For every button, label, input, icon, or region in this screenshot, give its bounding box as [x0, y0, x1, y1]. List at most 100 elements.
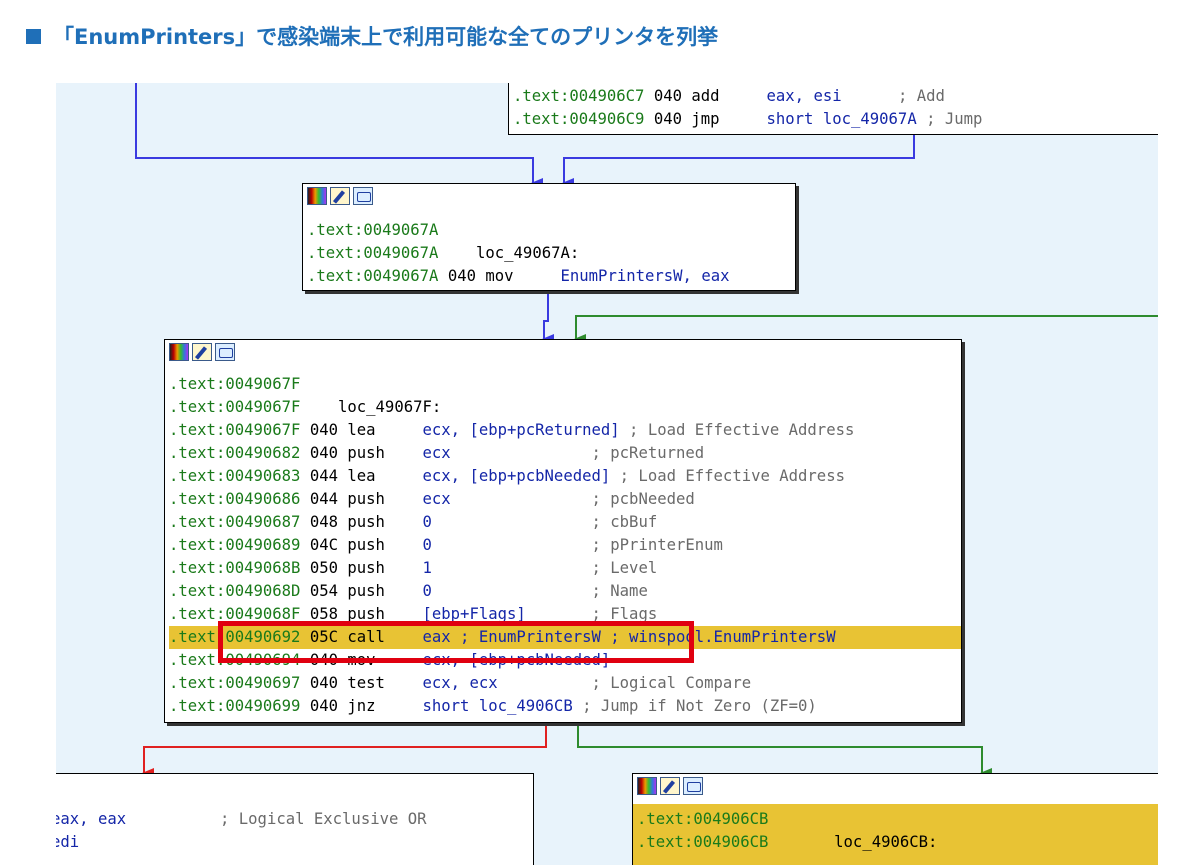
block-toolbar: [169, 343, 235, 361]
block-loc-49067F[interactable]: .text:0049067F .text:0049067F loc_49067F…: [164, 339, 962, 723]
line-address: .text:004906CB: [637, 833, 778, 851]
code-label: loc_49067F:: [309, 398, 451, 416]
line-address: .text:00490683: [169, 467, 310, 485]
line-address: .text:004906CB: [637, 810, 778, 828]
graph-view-icon[interactable]: [215, 343, 235, 361]
comment: ; Logical Compare: [591, 674, 752, 692]
code-line[interactable]: .text:00490683 044 lea ecx, [ebp+pcbNeed…: [169, 465, 961, 488]
code-line[interactable]: .text:0049067A 040 mov EnumPrintersW, ea…: [307, 265, 795, 288]
code-line[interactable]: .text:00490682 040 push ecx ; pcReturned: [169, 442, 961, 465]
block-bottom-left-code: eax, eax ; Logical Exclusive OR edi: [56, 808, 533, 854]
graph-view-icon[interactable]: [683, 777, 703, 795]
stack-pointer: 04C: [309, 536, 348, 554]
line-address: .text:00490697: [169, 674, 310, 692]
line-address: .text:0049067A: [307, 244, 448, 262]
code-line[interactable]: .text:004906C9 040 jmp short loc_49067A …: [513, 108, 1158, 131]
block-loc-49067A-code: .text:0049067A .text:0049067A loc_49067A…: [307, 219, 795, 288]
comment: ; pPrinterEnum: [591, 536, 723, 554]
edge-false-branch: [142, 723, 547, 778]
code-line[interactable]: .text:004906CB loc_4906CB:: [637, 831, 1158, 854]
mnemonic: push: [347, 559, 423, 577]
stack-pointer: 044: [309, 467, 348, 485]
mnemonic: push: [347, 536, 423, 554]
graph-view-icon[interactable]: [353, 187, 373, 205]
edge-true-branch: [577, 723, 992, 778]
edit-pen-icon[interactable]: [660, 777, 680, 795]
operands: ecx, ecx: [422, 674, 592, 692]
stack-pointer: 050: [309, 559, 348, 577]
code-line[interactable]: eax, eax ; Logical Exclusive OR: [56, 808, 533, 831]
block-loc-4906CB[interactable]: .text:004906CB .text:004906CB loc_4906CB…: [632, 773, 1158, 865]
mnemonic: lea: [347, 421, 423, 439]
page-heading: 「EnumPrinters」で感染端末上で利用可能な全てのプリンタを列挙: [26, 20, 718, 52]
operands: ecx: [422, 490, 592, 508]
code-line[interactable]: .text:00490697 040 test ecx, ecx ; Logic…: [169, 672, 961, 695]
block-loc-49067A[interactable]: .text:0049067A .text:0049067A loc_49067A…: [302, 183, 796, 291]
color-palette-icon[interactable]: [169, 343, 189, 361]
mnemonic: jmp: [691, 110, 767, 128]
mnemonic: jnz: [347, 697, 423, 715]
code-line[interactable]: .text:004906C7 040 add eax, esi ; Add: [513, 85, 1158, 108]
comment: ; pcReturned: [591, 444, 705, 462]
block-toolbar: [307, 187, 373, 205]
code-line[interactable]: .text:00490689 04C push 0 ; pPrinterEnum: [169, 534, 961, 557]
operands: 0: [422, 536, 592, 554]
code-line[interactable]: .text:004906CB: [637, 808, 1158, 831]
code-line[interactable]: .text:0049067F loc_49067F:: [169, 396, 961, 419]
edge-right-to-loc49067F: [574, 315, 1158, 344]
color-palette-icon[interactable]: [307, 187, 327, 205]
code-line[interactable]: .text:0049067F: [169, 373, 961, 396]
stack-pointer: 044: [309, 490, 348, 508]
line-address: .text:0049067A: [307, 267, 448, 285]
code-line[interactable]: .text:0049068D 054 push 0 ; Name: [169, 580, 961, 603]
comment: ; cbBuf: [591, 513, 658, 531]
operands: short loc_49067A: [766, 110, 927, 128]
stack-pointer: 040: [653, 110, 692, 128]
block-top-code: .text:004906C7 040 add eax, esi ; Add .te…: [513, 85, 1158, 131]
mnemonic: push: [347, 513, 423, 531]
block-loc-49067F-code: .text:0049067F .text:0049067F loc_49067F…: [169, 373, 961, 718]
block-top[interactable]: .text:004906C7 040 add eax, esi ; Add .te…: [508, 83, 1158, 135]
stack-pointer: 040: [309, 674, 348, 692]
comment: ; Level: [591, 559, 658, 577]
comment: ; Load Effective Address: [619, 467, 845, 485]
line-address: .text:0049068B: [169, 559, 310, 577]
call-highlight-callout: [218, 621, 694, 663]
line-address: .text:00490686: [169, 490, 310, 508]
block-loc-4906CB-code: .text:004906CB .text:004906CB loc_4906CB…: [637, 808, 1158, 854]
mnemonic: push: [347, 490, 423, 508]
code-line[interactable]: .text:00490699 040 jnz short loc_4906CB …: [169, 695, 961, 718]
operands: ecx, [ebp+pcReturned]: [422, 421, 630, 439]
block-bottom-left[interactable]: eax, eax ; Logical Exclusive OR edi: [56, 773, 534, 865]
square-bullet-icon: [26, 28, 41, 44]
code-line[interactable]: edi: [56, 831, 533, 854]
edge-top-to-loc49067A: [562, 135, 915, 188]
code-line[interactable]: .text:00490686 044 push ecx ; pcbNeeded: [169, 488, 961, 511]
line-address: .text:00490699: [169, 697, 310, 715]
heading-text: 「EnumPrinters」で感染端末上で利用可能な全てのプリンタを列挙: [53, 25, 719, 49]
color-palette-icon[interactable]: [637, 777, 657, 795]
code-label: loc_49067A:: [447, 244, 589, 262]
operands: ecx: [422, 444, 592, 462]
ida-graph-view[interactable]: .text:004906C7 040 add eax, esi ; Add .te…: [56, 83, 1158, 865]
comment: ; Add: [897, 87, 945, 105]
code-line[interactable]: .text:0049067A: [307, 219, 795, 242]
line-address: .text:004906C7: [513, 87, 654, 105]
edge-left-to-loc49067A: [135, 83, 543, 188]
mnemonic: push: [347, 582, 423, 600]
code-line[interactable]: .text:0049067F 040 lea ecx, [ebp+pcRetur…: [169, 419, 961, 442]
code-line[interactable]: .text:00490687 048 push 0 ; cbBuf: [169, 511, 961, 534]
code-line[interactable]: .text:0049067A loc_49067A:: [307, 242, 795, 265]
operands: 0: [422, 582, 592, 600]
block-toolbar: [637, 777, 703, 795]
edit-pen-icon[interactable]: [330, 187, 350, 205]
mnemonic: lea: [347, 467, 423, 485]
comment: ; Jump if Not Zero (ZF=0): [582, 697, 817, 715]
line-address: .text:0049067F: [169, 398, 310, 416]
line-address: .text:0049067F: [169, 375, 310, 393]
code-line[interactable]: .text:0049068B 050 push 1 ; Level: [169, 557, 961, 580]
edit-pen-icon[interactable]: [192, 343, 212, 361]
line-address: .text:00490689: [169, 536, 310, 554]
mnemonic: add: [691, 87, 767, 105]
operands: 1: [422, 559, 592, 577]
